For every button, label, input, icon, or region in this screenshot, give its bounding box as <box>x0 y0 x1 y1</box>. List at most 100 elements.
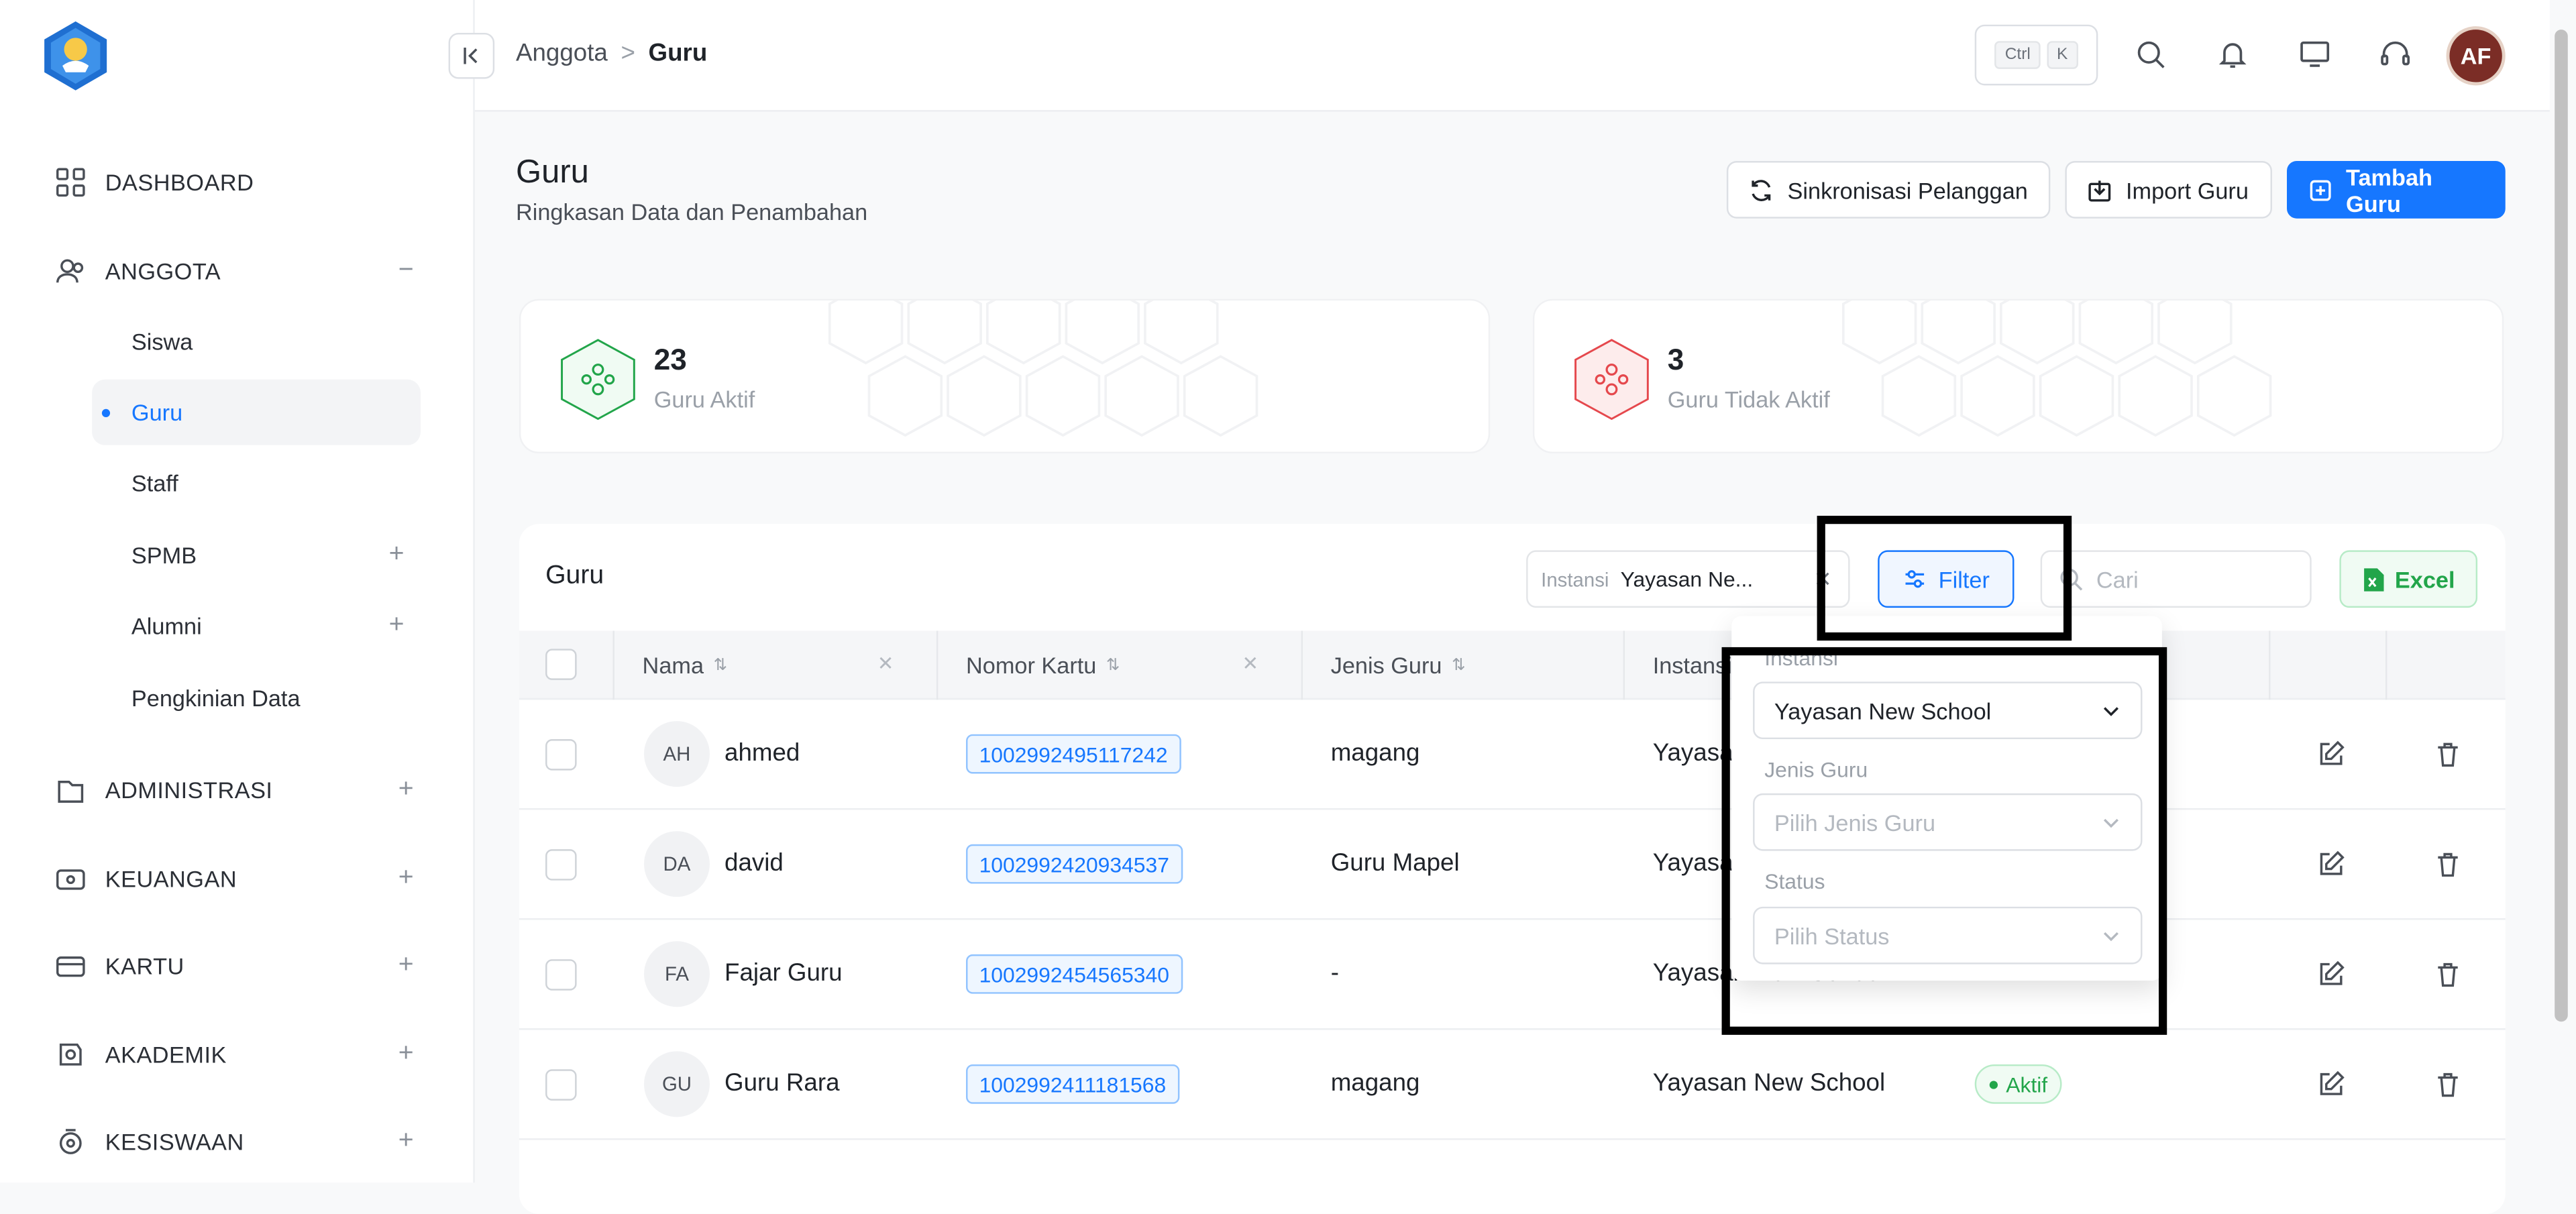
expand-icon[interactable]: + <box>398 951 414 981</box>
sidebar-item-label: Siswa <box>131 328 193 355</box>
table-header: Nama ⇅ ✕ Nomor Kartu ⇅ ✕ Jenis Guru ⇅ In… <box>519 630 2506 700</box>
sidebar-item-spmb[interactable]: SPMB + <box>92 522 421 588</box>
topbar: Anggota > Guru Ctrl K AF <box>448 0 2550 112</box>
column-header-nomor-kartu[interactable]: Nomor Kartu ⇅ <box>966 630 1120 700</box>
nav-akademik[interactable]: AKADEMIK + <box>52 1030 430 1079</box>
guru-name: Guru Rara <box>724 1069 840 1097</box>
breadcrumb-parent[interactable]: Anggota <box>516 40 608 68</box>
sidebar-item-guru[interactable]: Guru <box>92 379 421 445</box>
wallet-icon <box>52 861 89 897</box>
delete-icon[interactable] <box>2432 1068 2465 1101</box>
import-button-label: Import Guru <box>2126 176 2249 203</box>
nav-keuangan[interactable]: KEUANGAN + <box>52 854 430 903</box>
expand-icon[interactable]: + <box>398 1040 414 1069</box>
stat-inactive-label: Guru Tidak Aktif <box>1667 386 1830 412</box>
row-checkbox[interactable] <box>545 849 577 881</box>
avatar: GU <box>644 1051 710 1117</box>
nav-anggota-label: ANGGOTA <box>105 258 221 284</box>
select-all-checkbox[interactable] <box>545 649 577 680</box>
nav-akademik-label: AKADEMIK <box>105 1041 227 1068</box>
column-divider <box>612 630 614 700</box>
expand-icon[interactable]: + <box>398 775 414 805</box>
nav-kartu-label: KARTU <box>105 952 184 979</box>
academic-icon <box>52 1036 89 1072</box>
edit-icon[interactable] <box>2315 1068 2348 1101</box>
bell-icon[interactable] <box>2214 36 2251 72</box>
kbd-ctrl: Ctrl <box>1995 41 2041 69</box>
status-badge: Aktif <box>1974 1064 2063 1104</box>
sort-icon[interactable]: ⇅ <box>714 656 728 674</box>
command-shortcut-button[interactable]: Ctrl K <box>1974 24 2098 86</box>
guru-name: ahmed <box>724 739 800 767</box>
nav-administrasi[interactable]: ADMINISTRASI + <box>52 765 430 814</box>
collapse-sidebar-button[interactable] <box>448 32 495 79</box>
sidebar-item-staff[interactable]: Staff <box>92 450 421 516</box>
edit-icon[interactable] <box>2315 738 2348 771</box>
instansi-select[interactable]: Instansi Yayasan Ne... ✕ <box>1526 550 1850 608</box>
edit-icon[interactable] <box>2315 958 2348 991</box>
row-checkbox[interactable] <box>545 959 577 991</box>
avatar[interactable]: AF <box>2446 26 2506 86</box>
sidebar-item-siswa[interactable]: Siswa <box>92 309 421 374</box>
sync-button[interactable]: Sinkronisasi Pelanggan <box>1726 161 2051 219</box>
row-checkbox[interactable] <box>545 739 577 771</box>
nav-kesiswaan[interactable]: KESISWAAN + <box>52 1117 430 1166</box>
nav-administrasi-label: ADMINISTRASI <box>105 777 273 804</box>
column-header-jenis-guru[interactable]: Jenis Guru ⇅ <box>1331 630 1466 700</box>
card-number-tag[interactable]: 1002992454565340 <box>966 954 1183 994</box>
card-number-tag[interactable]: 1002992495117242 <box>966 734 1181 774</box>
row-checkbox[interactable] <box>545 1069 577 1101</box>
column-header-nama[interactable]: Nama ⇅ <box>643 630 728 700</box>
breadcrumb: Anggota > Guru <box>516 40 707 68</box>
sidebar-item-label: Guru <box>131 399 183 426</box>
avatar: AH <box>644 721 710 787</box>
instansi-select-label: Instansi <box>1541 567 1609 591</box>
expand-icon[interactable]: + <box>398 1127 414 1156</box>
table-row[interactable]: DA david 1002992420934537 Guru Mapel Yay… <box>519 810 2506 920</box>
expand-icon[interactable]: + <box>398 864 414 893</box>
delete-icon[interactable] <box>2432 958 2465 991</box>
sidebar-item-pengkinian[interactable]: Pengkinian Data <box>92 665 421 731</box>
sort-icon[interactable]: ⇅ <box>1106 656 1120 674</box>
nav-kartu[interactable]: KARTU + <box>52 941 430 990</box>
search-icon[interactable] <box>2133 36 2169 72</box>
import-button[interactable]: Import Guru <box>2065 161 2272 219</box>
stat-active-value: 23 <box>653 343 687 376</box>
nav-dashboard[interactable]: DASHBOARD <box>52 158 430 207</box>
folder-icon <box>52 772 89 808</box>
column-header-instansi[interactable]: Instansi <box>1653 630 1732 700</box>
avatar: DA <box>644 831 710 897</box>
delete-icon[interactable] <box>2432 848 2465 881</box>
expand-icon[interactable]: + <box>389 611 405 641</box>
sidebar-item-alumni[interactable]: Alumni + <box>92 593 421 659</box>
column-divider <box>936 630 938 700</box>
monitor-icon[interactable] <box>2297 36 2333 72</box>
headset-icon[interactable] <box>2377 36 2414 72</box>
column-divider <box>1301 630 1303 700</box>
unpin-icon[interactable]: ✕ <box>877 652 894 675</box>
jenis-guru: magang <box>1330 1069 1420 1097</box>
card-number-tag[interactable]: 1002992420934537 <box>966 844 1183 884</box>
add-guru-button[interactable]: Tambah Guru <box>2287 161 2506 219</box>
page-scrollbar[interactable] <box>2555 30 2568 1022</box>
tut-wuri-logo[interactable] <box>40 19 112 92</box>
unpin-icon[interactable]: ✕ <box>1242 652 1258 675</box>
nav-kesiswaan-label: KESISWAAN <box>105 1128 244 1155</box>
card-number-tag[interactable]: 1002992411181568 <box>966 1064 1179 1104</box>
page-title: Guru <box>515 154 589 191</box>
table-row[interactable]: GU Guru Rara 1002992411181568 magang Yay… <box>519 1030 2506 1140</box>
export-excel-button[interactable]: Excel <box>2339 550 2478 608</box>
expand-icon[interactable]: + <box>389 541 405 570</box>
search-input[interactable]: Cari <box>2040 550 2312 608</box>
sidebar-item-label: Alumni <box>131 612 202 639</box>
collapse-icon[interactable]: − <box>398 256 414 286</box>
stat-card-active: 23 Guru Aktif <box>519 298 1491 453</box>
edit-icon[interactable] <box>2315 848 2348 881</box>
table-row[interactable]: AH ahmed 1002992495117242 magang Yayasan… <box>519 700 2506 810</box>
stat-active-label: Guru Aktif <box>653 386 755 412</box>
delete-icon[interactable] <box>2432 738 2465 771</box>
sort-icon[interactable]: ⇅ <box>1452 656 1466 674</box>
card-icon <box>52 948 89 984</box>
table-row[interactable]: FA Fajar Guru 1002992454565340 - Yayasan… <box>519 920 2506 1030</box>
nav-anggota[interactable]: ANGGOTA − <box>52 246 430 295</box>
